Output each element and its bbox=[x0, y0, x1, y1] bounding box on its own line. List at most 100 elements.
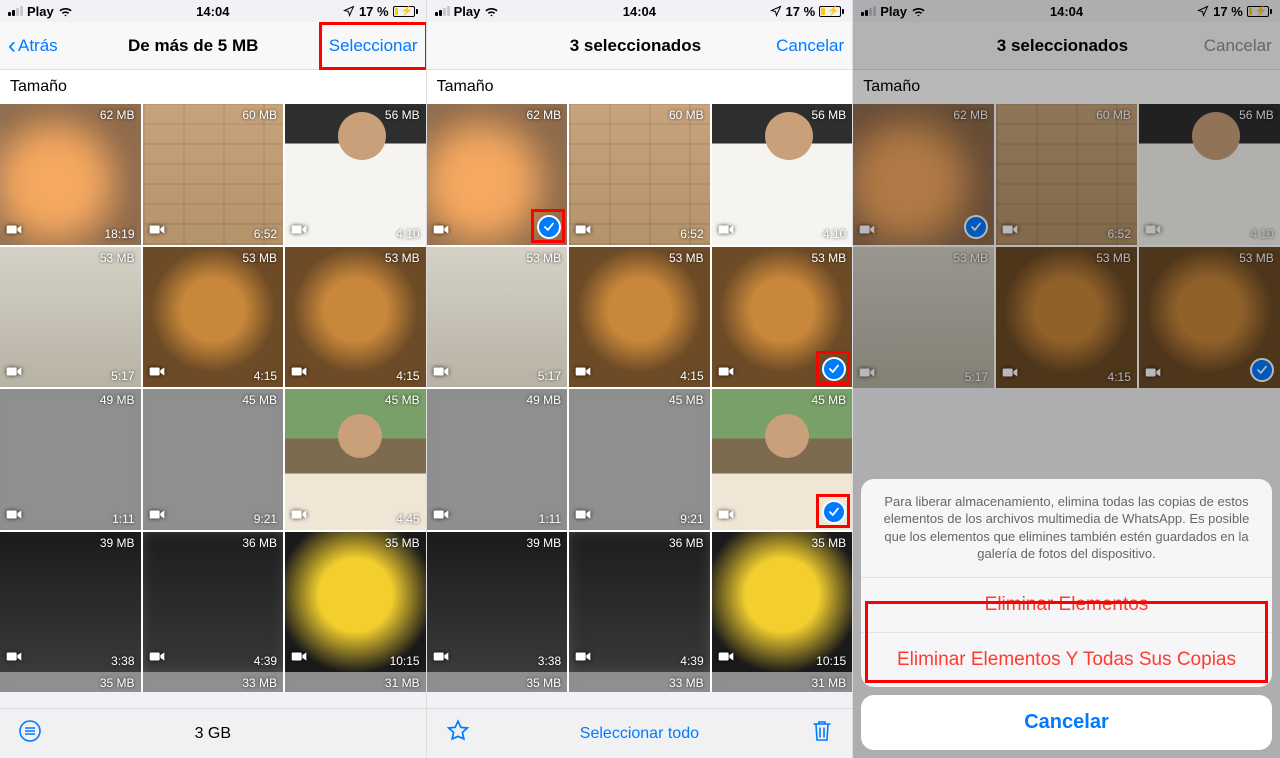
media-thumb[interactable]: 60 MB6:52 bbox=[143, 104, 284, 245]
media-thumb[interactable]: 53 MB5:17 bbox=[853, 247, 994, 388]
media-thumb[interactable]: 35 MB bbox=[427, 672, 568, 692]
back-label: Atrás bbox=[18, 36, 58, 56]
media-thumb[interactable]: 53 MB bbox=[1139, 247, 1280, 388]
size-badge: 53 MB bbox=[812, 251, 847, 265]
chevron-left-icon: ‹ bbox=[8, 34, 16, 58]
status-bar: Play 14:04 17 % ⚡ bbox=[0, 0, 426, 22]
media-thumb[interactable]: 35 MB10:15 bbox=[285, 532, 426, 673]
status-bar: Play 14:04 17 % ⚡ bbox=[427, 0, 853, 22]
duration-label: 4:45 bbox=[396, 512, 419, 526]
media-thumb[interactable]: 35 MB10:15 bbox=[712, 532, 853, 673]
media-thumb[interactable]: 60 MB6:52 bbox=[996, 104, 1137, 245]
media-thumb[interactable]: 45 MB4:45 bbox=[285, 389, 426, 530]
size-badge: 39 MB bbox=[100, 536, 135, 550]
media-thumb[interactable]: 53 MB5:17 bbox=[0, 247, 141, 388]
media-thumb[interactable]: 56 MB4:10 bbox=[1139, 104, 1280, 245]
selected-check-icon bbox=[1250, 358, 1274, 382]
battery-icon: ⚡ bbox=[819, 6, 844, 17]
media-thumb[interactable]: 36 MB4:39 bbox=[143, 532, 284, 673]
size-badge: 56 MB bbox=[385, 108, 420, 122]
media-thumb[interactable]: 62 MB bbox=[853, 104, 994, 245]
size-badge: 45 MB bbox=[812, 393, 847, 407]
back-button[interactable]: ‹ Atrás bbox=[8, 34, 58, 58]
video-icon bbox=[1002, 365, 1018, 383]
media-thumb[interactable]: 53 MB 4:15 bbox=[285, 247, 426, 388]
video-icon bbox=[6, 649, 22, 667]
location-icon bbox=[343, 5, 355, 17]
size-badge: 53 MB bbox=[526, 251, 561, 265]
size-badge: 53 MB bbox=[385, 251, 420, 265]
media-thumb[interactable]: 53 MB 4:15 bbox=[569, 247, 710, 388]
page-title: 3 seleccionados bbox=[921, 36, 1204, 56]
page-title: 3 seleccionados bbox=[495, 36, 777, 56]
duration-label: 4:15 bbox=[254, 369, 277, 383]
video-icon bbox=[1002, 222, 1018, 240]
media-thumb[interactable]: 45 MB9:21 bbox=[143, 389, 284, 530]
media-grid-partial: 35 MB 33 MB 31 MB bbox=[0, 672, 426, 692]
video-icon bbox=[1145, 365, 1161, 383]
media-thumb[interactable]: 39 MB3:38 bbox=[0, 532, 141, 673]
media-thumb[interactable]: 49 MB1:11 bbox=[427, 389, 568, 530]
cancel-button[interactable]: Cancelar bbox=[776, 36, 844, 56]
size-badge: 53 MB bbox=[669, 251, 704, 265]
duration-label: 10:15 bbox=[390, 654, 420, 668]
media-thumb[interactable]: 39 MB3:38 bbox=[427, 532, 568, 673]
duration-label: 4:15 bbox=[1108, 370, 1131, 384]
sort-button[interactable] bbox=[18, 719, 42, 748]
media-thumb[interactable]: 33 MB bbox=[569, 672, 710, 692]
duration-label: 4:10 bbox=[823, 227, 846, 241]
delete-all-copies-button[interactable]: Eliminar Elementos Y Todas Sus Copias bbox=[861, 632, 1272, 687]
media-thumb[interactable]: 62 MB bbox=[427, 104, 568, 245]
video-icon bbox=[718, 364, 734, 382]
select-button[interactable]: Seleccionar bbox=[329, 36, 418, 56]
select-all-button[interactable]: Seleccionar todo bbox=[580, 725, 699, 743]
media-thumb[interactable]: 56 MB4:10 bbox=[712, 104, 853, 245]
size-badge: 36 MB bbox=[669, 536, 704, 550]
media-thumb[interactable]: 53 MB5:17 bbox=[427, 247, 568, 388]
size-badge: 33 MB bbox=[242, 676, 277, 690]
size-badge: 53 MB bbox=[1239, 251, 1274, 265]
video-icon bbox=[718, 649, 734, 667]
media-thumb[interactable]: 53 MB4:15 bbox=[996, 247, 1137, 388]
media-thumb[interactable]: 53 MB 4:15 bbox=[143, 247, 284, 388]
delete-items-button[interactable]: Eliminar Elementos bbox=[861, 577, 1272, 632]
video-icon bbox=[149, 649, 165, 667]
video-icon bbox=[575, 222, 591, 240]
media-grid: 62 MB18:1960 MB6:5256 MB4:1053 MB5:1753 … bbox=[0, 104, 426, 672]
media-thumb[interactable]: 60 MB6:52 bbox=[569, 104, 710, 245]
sheet-message: Para liberar almacenamiento, elimina tod… bbox=[861, 479, 1272, 577]
cancel-button[interactable]: Cancelar bbox=[1204, 36, 1272, 56]
media-thumb[interactable]: 35 MB bbox=[0, 672, 141, 692]
duration-label: 4:10 bbox=[396, 227, 419, 241]
video-icon bbox=[575, 649, 591, 667]
star-button[interactable] bbox=[445, 718, 471, 749]
selected-check-icon bbox=[964, 215, 988, 239]
sheet-cancel-button[interactable]: Cancelar bbox=[861, 695, 1272, 750]
size-badge: 35 MB bbox=[100, 676, 135, 690]
media-thumb[interactable]: 36 MB4:39 bbox=[569, 532, 710, 673]
duration-label: 4:15 bbox=[396, 369, 419, 383]
video-icon bbox=[291, 507, 307, 525]
media-thumb[interactable]: 45 MB9:21 bbox=[569, 389, 710, 530]
battery-icon: ⚡ bbox=[1247, 6, 1272, 17]
media-thumb[interactable]: 49 MB1:11 bbox=[0, 389, 141, 530]
size-badge: 53 MB bbox=[242, 251, 277, 265]
media-thumb[interactable]: 62 MB18:19 bbox=[0, 104, 141, 245]
section-size: Tamaño bbox=[853, 70, 1280, 104]
video-icon bbox=[859, 222, 875, 240]
media-grid: 62 MB60 MB6:5256 MB4:1053 MB5:1753 MB4:1… bbox=[853, 104, 1280, 388]
duration-label: 4:15 bbox=[680, 369, 703, 383]
media-thumb[interactable]: 45 MB bbox=[712, 389, 853, 530]
wifi-icon bbox=[911, 6, 926, 17]
video-icon bbox=[433, 649, 449, 667]
duration-label: 5:17 bbox=[965, 370, 988, 384]
media-thumb[interactable]: 31 MB bbox=[285, 672, 426, 692]
section-size: Tamaño bbox=[427, 70, 853, 104]
media-thumb[interactable]: 33 MB bbox=[143, 672, 284, 692]
media-thumb[interactable]: 56 MB 4:10 bbox=[285, 104, 426, 245]
trash-button[interactable] bbox=[810, 718, 834, 749]
duration-label: 3:38 bbox=[538, 654, 561, 668]
media-thumb[interactable]: 53 MB bbox=[712, 247, 853, 388]
duration-label: 10:15 bbox=[816, 654, 846, 668]
media-thumb[interactable]: 31 MB bbox=[712, 672, 853, 692]
